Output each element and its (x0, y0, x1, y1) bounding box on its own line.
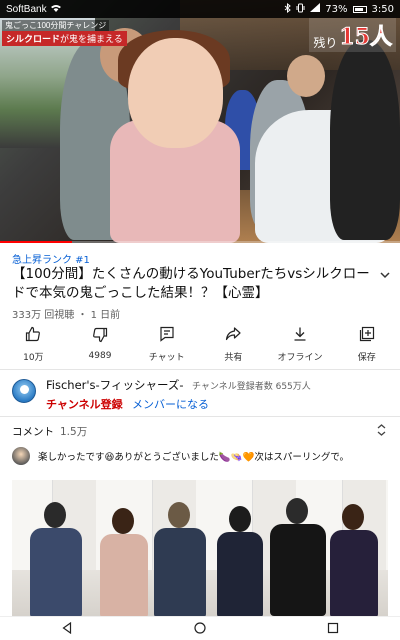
thumbnail-person-head (286, 498, 308, 524)
add-playlist-icon (359, 326, 375, 346)
video-player[interactable]: 鬼ごっこ100分間チャレンジ シルクロードが鬼を捕まえる 残り 15人 (0, 0, 400, 243)
battery-percent: 73% (325, 3, 348, 15)
dislike-count: 4989 (88, 351, 112, 361)
upload-age: 1 日前 (90, 310, 121, 321)
offline-button[interactable]: オフライン (267, 324, 334, 364)
channel-name[interactable]: Fischer's-フィッシャーズ- (46, 377, 184, 393)
save-button[interactable]: 保存 (333, 324, 400, 364)
thumbnail-person-body (217, 532, 263, 616)
thumbnail-person-head (168, 502, 190, 528)
chat-button[interactable]: チャット (133, 324, 200, 364)
subscriber-count: チャンネル登録者数 655万人 (192, 382, 311, 392)
video-title[interactable]: 【100分間】たくさんの動けるYouTuberたちvsシルクロードで本気の鬼ごっ… (12, 265, 372, 303)
thumbnail-person-body (100, 534, 148, 616)
status-bar-right: 73% 3:50 (284, 2, 394, 16)
chat-icon (159, 326, 175, 346)
view-count: 333万 回視聴 (12, 310, 75, 321)
comments-header[interactable]: コメント 1.5万 (12, 424, 87, 439)
battery-icon (352, 5, 367, 13)
video-meta: 333万 回視聴 ・ 1 日前 (12, 306, 120, 321)
expand-collapse-icon[interactable] (377, 424, 386, 439)
thumbs-up-icon (25, 326, 41, 346)
video-person-main (128, 38, 223, 148)
thumbnail-person-head (112, 508, 134, 534)
comment-text: 楽しかったです😆ありがとうございました🍆👒🧡次はスパーリングで。 (38, 452, 350, 463)
remaining-count: 15人 (339, 24, 393, 51)
share-button[interactable]: 共有 (200, 324, 267, 364)
video-overlay-tag-suffix: が鬼を捕まえる (60, 34, 123, 44)
like-button[interactable]: 10万 (0, 324, 67, 364)
download-icon (292, 326, 308, 346)
home-icon[interactable] (194, 619, 206, 638)
top-comment[interactable]: 楽しかったです😆ありがとうございました🍆👒🧡次はスパーリングで。 (12, 446, 392, 466)
thumbnail-person-head (44, 502, 66, 528)
screen: 鬼ごっこ100分間チャレンジ シルクロードが鬼を捕まえる 残り 15人 Soft… (0, 0, 400, 640)
recents-icon[interactable] (327, 619, 339, 638)
action-bar: 10万 4989 チャット 共有 オフライン 保存 (0, 324, 400, 364)
thumbnail-person-head (229, 506, 251, 532)
thumbnail-person-body (270, 524, 326, 616)
trending-rank[interactable]: 急上昇ランク #1 (12, 251, 90, 266)
video-progress-bar[interactable] (0, 241, 400, 243)
carrier-label: SoftBank (6, 3, 47, 15)
dislike-button[interactable]: 4989 (67, 324, 134, 364)
video-person (330, 40, 400, 240)
back-icon[interactable] (61, 619, 73, 638)
bluetooth-icon (284, 2, 292, 16)
video-progress-fill (0, 241, 72, 243)
video-overlay-caption: 鬼ごっこ100分間チャレンジ (2, 20, 110, 31)
vibrate-icon (296, 3, 305, 16)
video-overlay-tag-text: シルクロード (6, 34, 61, 44)
chevron-down-icon[interactable] (380, 268, 390, 282)
recommended-video-thumbnail[interactable] (12, 480, 388, 616)
share-icon (225, 326, 241, 346)
subscribe-button[interactable]: チャンネル登録 (46, 396, 123, 412)
system-nav-bar (0, 616, 400, 640)
remaining-counter: 残り 15人 (309, 18, 396, 52)
thumbs-down-icon (92, 327, 108, 347)
wifi-icon (50, 4, 61, 15)
save-label: 保存 (357, 352, 376, 363)
thumbnail-person-body (330, 530, 378, 616)
share-label: 共有 (224, 352, 243, 363)
thumbnail-person-body (30, 528, 82, 616)
comments-title: コメント (12, 426, 54, 438)
offline-label: オフライン (277, 352, 323, 363)
comments-count: 1.5万 (60, 426, 88, 438)
chat-label: チャット (148, 352, 185, 363)
video-person (287, 55, 325, 97)
remaining-label: 残り (313, 36, 338, 50)
like-count: 10万 (23, 352, 44, 363)
video-overlay-tag: シルクロードが鬼を捕まえる (2, 31, 127, 46)
join-membership-button[interactable]: メンバーになる (132, 396, 209, 412)
signal-icon (310, 3, 321, 15)
clock: 3:50 (371, 3, 394, 15)
channel-row: Fischer's-フィッシャーズ- チャンネル登録者数 655万人 チャンネル… (0, 369, 400, 417)
status-bar: SoftBank 73% 3:50 (0, 0, 400, 18)
thumbnail-person-body (154, 528, 206, 616)
commenter-avatar (12, 447, 30, 465)
meta-separator: ・ (74, 310, 91, 321)
thumbnail-person-head (342, 504, 364, 530)
channel-avatar[interactable] (12, 379, 36, 403)
